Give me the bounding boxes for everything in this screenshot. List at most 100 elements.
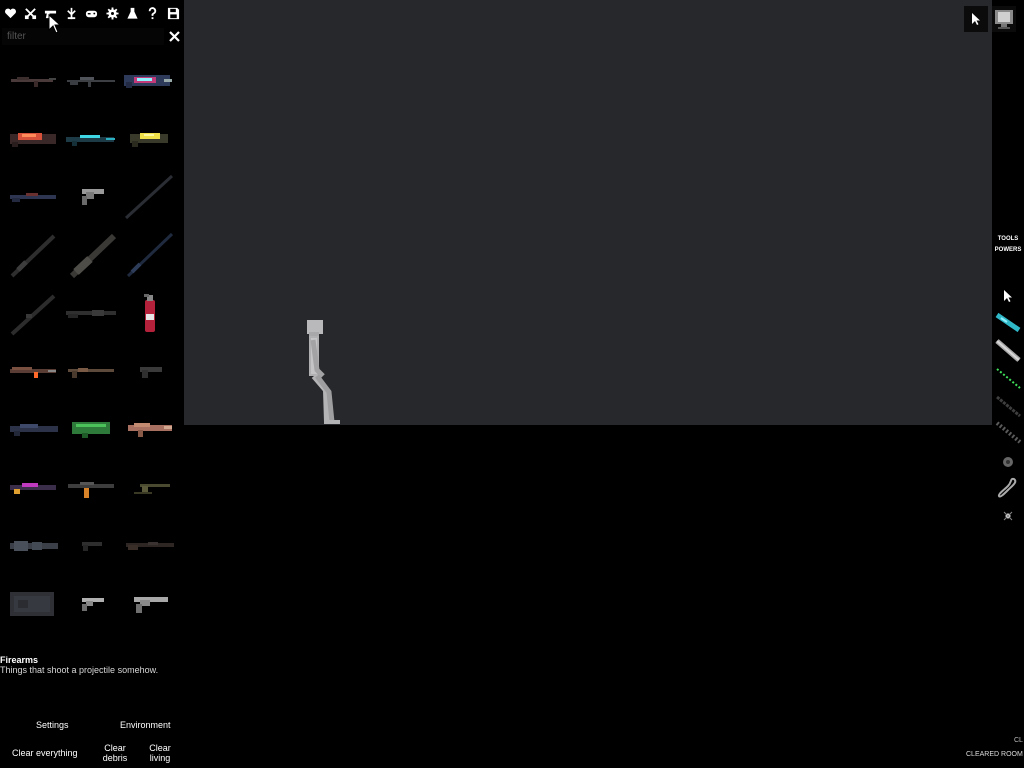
pump-shotgun-icon bbox=[66, 310, 116, 318]
magnum-revolver-icon bbox=[134, 597, 168, 613]
pipe-tool-button[interactable] bbox=[992, 336, 1024, 364]
sniper-rifle-icon bbox=[67, 77, 115, 87]
human-ragdoll[interactable] bbox=[304, 318, 350, 425]
item-musket[interactable] bbox=[62, 342, 120, 398]
clear-debris-button[interactable]: Clear debris bbox=[100, 743, 130, 763]
notification-text: CLEARED ROOM bbox=[966, 751, 1023, 758]
cursor-mode-icon bbox=[972, 13, 980, 25]
gear-icon bbox=[106, 6, 119, 20]
item-flamethrower[interactable] bbox=[120, 400, 178, 456]
smg-icon bbox=[68, 482, 114, 498]
category-machinery-button[interactable] bbox=[102, 2, 122, 24]
settings-button[interactable]: Settings bbox=[36, 720, 69, 730]
filter-input[interactable] bbox=[2, 28, 164, 45]
category-melee-button[interactable] bbox=[20, 2, 40, 24]
assault-rifle-icon bbox=[11, 77, 56, 87]
item-plasma-rifle[interactable] bbox=[4, 400, 62, 456]
cyan-laser-rifle-icon bbox=[66, 135, 115, 146]
gray-rod-tool-button[interactable] bbox=[992, 392, 1024, 420]
save-button[interactable] bbox=[163, 2, 183, 24]
item-pink-grenade-launcher[interactable] bbox=[4, 458, 62, 514]
item-sniper-rifle[interactable] bbox=[62, 52, 120, 108]
item-magnum-revolver[interactable] bbox=[120, 574, 178, 630]
item-digital-launcher[interactable] bbox=[120, 52, 178, 108]
item-long-barrel[interactable] bbox=[120, 168, 178, 224]
digital-launcher-icon bbox=[124, 75, 172, 88]
rocket-tube-icon bbox=[10, 234, 56, 278]
tab-powers[interactable]: POWERS bbox=[992, 245, 1024, 256]
pipe-tool-icon bbox=[995, 339, 1021, 362]
rope-tool-button[interactable] bbox=[992, 474, 1024, 502]
item-mounted-turret[interactable] bbox=[120, 458, 178, 514]
item-minigun[interactable] bbox=[62, 226, 120, 282]
monitor-button[interactable] bbox=[992, 6, 1016, 32]
heart-icon bbox=[4, 8, 16, 18]
category-description: Things that shoot a projectile somehow. bbox=[0, 665, 159, 675]
category-explosives-button[interactable] bbox=[61, 2, 81, 24]
item-green-blaster[interactable] bbox=[62, 400, 120, 456]
item-armored-box[interactable] bbox=[4, 574, 62, 630]
dark-rifle-icon bbox=[126, 542, 174, 550]
armored-box-icon bbox=[10, 592, 54, 616]
gear-tool-icon bbox=[1003, 457, 1013, 467]
small-pistol-icon bbox=[82, 542, 102, 551]
red-energy-cannon-icon bbox=[10, 133, 56, 147]
item-red-energy-cannon[interactable] bbox=[4, 110, 62, 166]
gray-rod-tool-icon bbox=[996, 395, 1021, 418]
category-info: Firearms Things that shoot a projectile … bbox=[0, 655, 184, 675]
rope-tool-icon bbox=[997, 477, 1017, 498]
rail-barrel-icon bbox=[126, 232, 174, 278]
flamethrower-icon bbox=[128, 423, 172, 437]
category-life-button[interactable] bbox=[0, 2, 20, 24]
spring-tool-icon bbox=[995, 421, 1022, 444]
item-heavy-cannon[interactable] bbox=[4, 516, 62, 572]
bazooka-icon bbox=[10, 294, 56, 336]
item-rail-barrel[interactable] bbox=[120, 226, 178, 282]
close-icon[interactable] bbox=[168, 30, 181, 43]
environment-button[interactable]: Environment bbox=[120, 720, 171, 730]
right-toolbar: TOOLS POWERS bbox=[992, 234, 1024, 521]
item-shotgun[interactable] bbox=[4, 168, 62, 224]
cyan-gun-tool-icon bbox=[995, 312, 1021, 333]
monitor-icon bbox=[995, 10, 1013, 29]
minigun-icon bbox=[69, 233, 117, 279]
top-right-controls bbox=[964, 6, 1020, 32]
item-assault-rifle[interactable] bbox=[4, 52, 62, 108]
category-vehicles-button[interactable] bbox=[82, 2, 102, 24]
ground-floor bbox=[184, 425, 1024, 768]
item-rocket-tube[interactable] bbox=[4, 226, 62, 282]
pointer-tool-button[interactable] bbox=[992, 282, 1024, 310]
cursor-mode-button[interactable] bbox=[964, 6, 988, 32]
question-icon bbox=[149, 6, 157, 19]
clear-everything-button[interactable]: Clear everything bbox=[12, 748, 78, 758]
item-small-pistol[interactable] bbox=[62, 516, 120, 572]
gear-tool-button[interactable] bbox=[992, 448, 1024, 476]
item-pistol[interactable] bbox=[120, 342, 178, 398]
category-chemistry-button[interactable] bbox=[122, 2, 142, 24]
item-silver-revolver[interactable] bbox=[62, 574, 120, 630]
item-smg[interactable] bbox=[62, 458, 120, 514]
item-yellow-energy-gun[interactable] bbox=[120, 110, 178, 166]
clear-living-button[interactable]: Clear living bbox=[146, 743, 174, 763]
help-button[interactable] bbox=[143, 2, 163, 24]
cyan-gun-tool-button[interactable] bbox=[992, 308, 1024, 336]
item-revolver[interactable] bbox=[62, 168, 120, 224]
tab-tools[interactable]: TOOLS bbox=[992, 234, 1024, 245]
item-grid bbox=[0, 52, 184, 652]
long-barrel-icon bbox=[124, 174, 174, 220]
fire-extinguisher-icon bbox=[144, 294, 155, 332]
green-wire-tool-button[interactable] bbox=[992, 364, 1024, 392]
pin-tool-icon bbox=[1003, 511, 1013, 521]
spring-tool-button[interactable] bbox=[992, 418, 1024, 446]
revolver-icon bbox=[82, 189, 104, 205]
sandbox-world[interactable] bbox=[184, 0, 992, 425]
item-bazooka[interactable] bbox=[4, 284, 62, 340]
item-dark-rifle[interactable] bbox=[120, 516, 178, 572]
item-cyan-laser-rifle[interactable] bbox=[62, 110, 120, 166]
item-fire-extinguisher[interactable] bbox=[120, 284, 178, 340]
corner-status-text: CL bbox=[1014, 737, 1023, 744]
item-gatling[interactable] bbox=[4, 342, 62, 398]
pin-tool-button[interactable] bbox=[992, 502, 1024, 530]
item-pump-shotgun[interactable] bbox=[62, 284, 120, 340]
shotgun-icon bbox=[10, 193, 56, 202]
